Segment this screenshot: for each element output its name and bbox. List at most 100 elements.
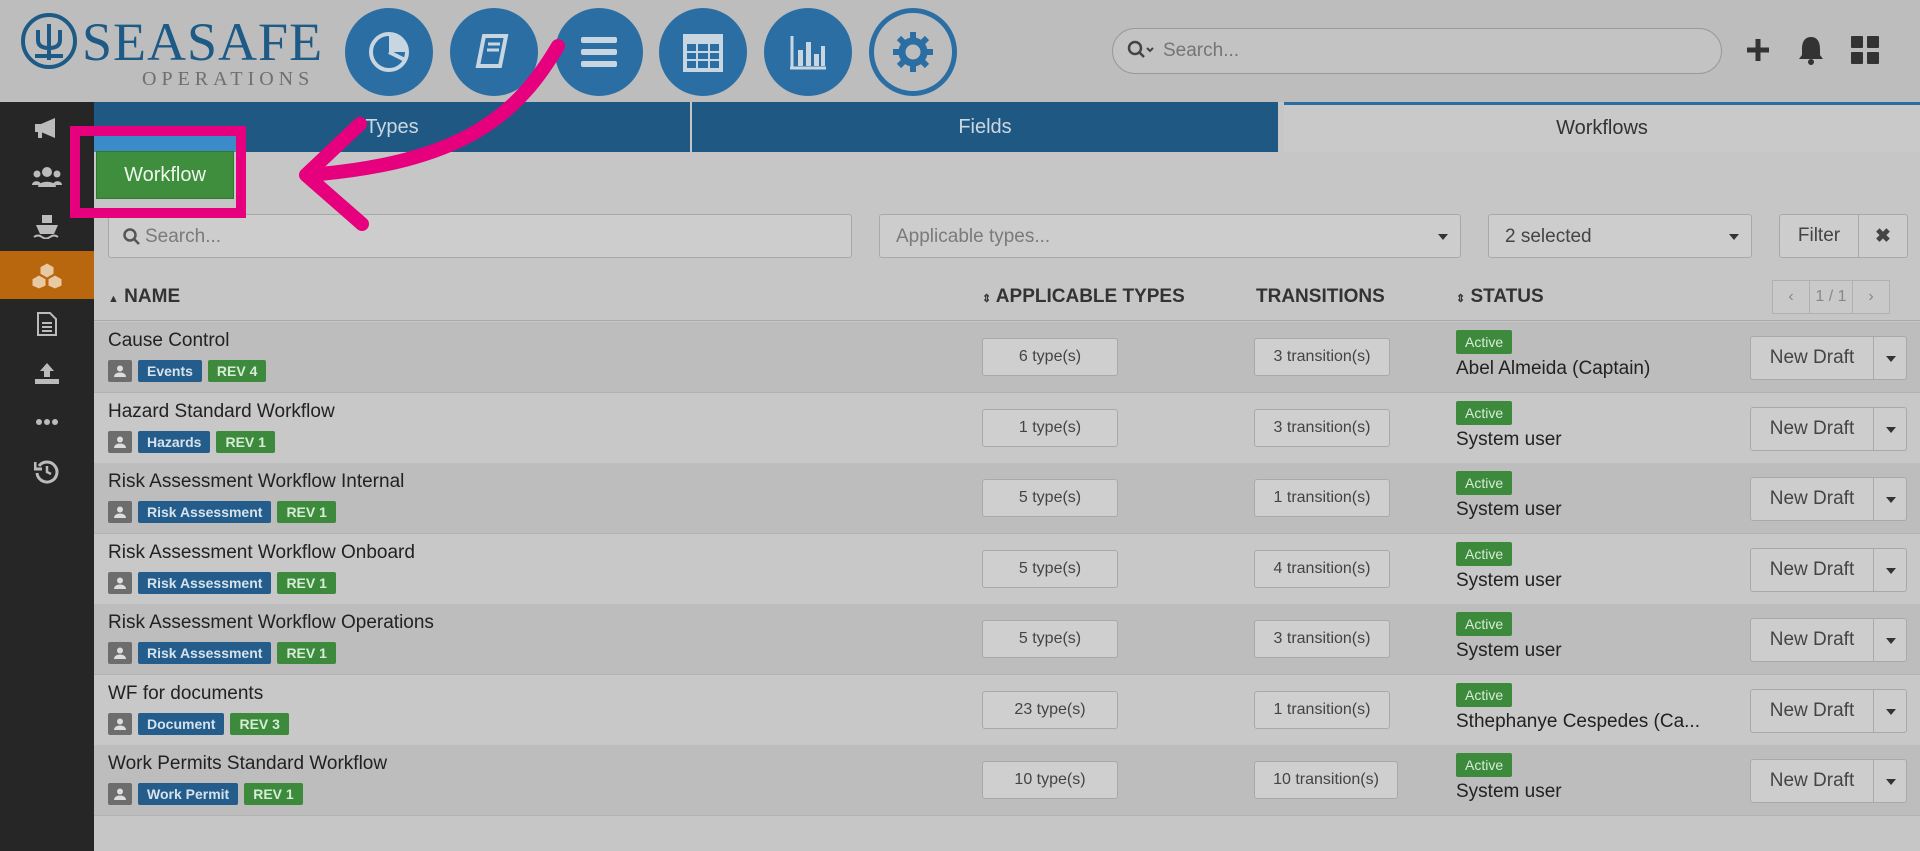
- filter-button[interactable]: Filter: [1779, 214, 1859, 258]
- apps-grid-button[interactable]: [1847, 32, 1883, 68]
- transitions-button[interactable]: 10 transition(s): [1254, 761, 1398, 799]
- notifications-button[interactable]: [1793, 32, 1829, 68]
- status-user: System user: [1456, 640, 1562, 661]
- workflow-name[interactable]: Risk Assessment Workflow Onboard: [108, 542, 415, 564]
- sidebar-item-upload[interactable]: [0, 349, 94, 397]
- column-name[interactable]: ▲ NAME: [108, 286, 180, 308]
- user-icon: [114, 506, 126, 518]
- table-row[interactable]: Cause Control Events REV 4 6 type(s) 3 trans…: [94, 322, 1920, 393]
- tab-types-label: Types: [365, 115, 419, 138]
- applicable-types-button[interactable]: 1 type(s): [982, 408, 1118, 447]
- table-row[interactable]: Work Permits Standard Workflow Work Permi…: [94, 745, 1920, 816]
- calendar-nav-button[interactable]: [659, 8, 747, 96]
- new-draft-dropdown[interactable]: [1873, 547, 1907, 592]
- settings-nav-button[interactable]: [869, 8, 957, 96]
- sidebar-item-modules[interactable]: [0, 251, 94, 299]
- new-draft-button[interactable]: New Draft: [1750, 618, 1874, 662]
- new-draft-dropdown[interactable]: [1873, 759, 1907, 803]
- applicable-types-button[interactable]: 5 type(s): [982, 479, 1118, 517]
- sidebar-item-more[interactable]: [0, 398, 94, 446]
- menu-nav-button[interactable]: [555, 8, 643, 96]
- column-applicable-types[interactable]: ⇕ APPLICABLE TYPES: [982, 286, 1185, 308]
- column-status[interactable]: ⇕ STATUS: [1456, 286, 1544, 308]
- new-draft-dropdown[interactable]: [1873, 477, 1907, 521]
- search-input[interactable]: Search...: [108, 214, 852, 258]
- applicable-types-button[interactable]: 23 type(s): [982, 690, 1118, 729]
- new-draft-dropdown[interactable]: [1873, 688, 1907, 733]
- transitions-button[interactable]: 1 transition(s): [1254, 690, 1390, 729]
- new-draft-button[interactable]: New Draft: [1750, 759, 1874, 803]
- new-draft-button[interactable]: New Draft: [1750, 406, 1874, 451]
- sort-icon: ⇕: [982, 293, 992, 305]
- transitions-button[interactable]: 4 transition(s): [1254, 549, 1390, 588]
- workflow-tags: Risk Assessment REV 1: [108, 501, 336, 523]
- clear-filter-button[interactable]: ✖: [1858, 214, 1908, 258]
- column-status-label: STATUS: [1470, 286, 1544, 307]
- sidebar-item-history[interactable]: [0, 447, 94, 495]
- status-user: System user: [1456, 569, 1562, 591]
- gear-icon: [893, 32, 933, 72]
- new-draft-button[interactable]: New Draft: [1750, 688, 1874, 733]
- status-badge: Active: [1456, 753, 1513, 777]
- tab-fields-label: Fields: [958, 115, 1012, 138]
- sidebar-item-documents[interactable]: [0, 300, 94, 348]
- new-draft-dropdown[interactable]: [1873, 336, 1907, 380]
- sort-up-icon: ▲: [108, 293, 119, 305]
- pager-next-button[interactable]: ›: [1852, 280, 1890, 314]
- manual-nav-button[interactable]: [450, 8, 538, 96]
- add-button[interactable]: [1740, 32, 1776, 68]
- workflow-tags: Hazards REV 1: [108, 430, 275, 453]
- tab-fields[interactable]: Fields: [692, 102, 1278, 152]
- user-badge: [108, 501, 132, 523]
- new-draft-button[interactable]: New Draft: [1750, 477, 1874, 521]
- upload-icon: [35, 363, 59, 384]
- column-name-label: NAME: [124, 286, 181, 307]
- workflow-name[interactable]: Work Permits Standard Workflow: [108, 753, 387, 775]
- applicable-types-button[interactable]: 5 type(s): [982, 620, 1118, 658]
- applicable-types-select[interactable]: Applicable types...: [879, 214, 1461, 258]
- table-row[interactable]: WF for documents Document REV 3 23 type(s) 1…: [94, 674, 1920, 746]
- workflow-name[interactable]: Cause Control: [108, 330, 229, 352]
- table-row[interactable]: Risk Assessment Workflow Operations Risk …: [94, 604, 1920, 675]
- status-user: Abel Almeida (Captain): [1456, 358, 1651, 379]
- applicable-types-button[interactable]: 5 type(s): [982, 549, 1118, 588]
- table-row[interactable]: Risk Assessment Workflow Onboard Risk Ass…: [94, 533, 1920, 605]
- sort-icon: ⇕: [1456, 293, 1466, 305]
- table-row[interactable]: Hazard Standard Workflow Hazards REV 1 1 ty…: [94, 392, 1920, 464]
- revision-badge: REV 1: [244, 783, 303, 805]
- grid-icon: [1851, 36, 1879, 64]
- user-badge: [108, 642, 132, 664]
- workflow-name[interactable]: WF for documents: [108, 683, 263, 705]
- workflow-name[interactable]: Hazard Standard Workflow: [108, 401, 335, 423]
- status-user: System user: [1456, 499, 1562, 520]
- workflow-name[interactable]: Risk Assessment Workflow Internal: [108, 471, 404, 493]
- transitions-button[interactable]: 3 transition(s): [1254, 408, 1390, 447]
- transitions-button[interactable]: 3 transition(s): [1254, 620, 1390, 658]
- applicable-types-button[interactable]: 10 type(s): [982, 761, 1118, 799]
- status-badge: Active: [1456, 330, 1513, 354]
- workflow-tags: Work Permit REV 1: [108, 783, 303, 805]
- pager-prev-button[interactable]: ‹: [1772, 280, 1810, 314]
- new-draft-button[interactable]: New Draft: [1750, 547, 1874, 592]
- table-row[interactable]: Risk Assessment Workflow Internal Risk As…: [94, 463, 1920, 534]
- dashboard-nav-button[interactable]: [345, 8, 433, 96]
- global-search-input[interactable]: [1161, 35, 1705, 67]
- type-badge: Work Permit: [138, 783, 239, 805]
- global-search[interactable]: [1112, 28, 1722, 74]
- new-draft-button[interactable]: New Draft: [1750, 336, 1874, 380]
- revision-badge: REV 1: [216, 430, 275, 453]
- status-select[interactable]: 2 selected: [1488, 214, 1752, 258]
- seasafe-logo[interactable]: SEASAFE OPERATIONS: [18, 10, 322, 90]
- revision-badge: REV 1: [277, 642, 336, 664]
- tab-workflows[interactable]: Workflows: [1284, 102, 1920, 152]
- reports-nav-button[interactable]: [764, 8, 852, 96]
- revision-badge: REV 4: [207, 360, 267, 382]
- user-badge: [108, 430, 132, 453]
- new-draft-dropdown[interactable]: [1873, 618, 1907, 662]
- transitions-button[interactable]: 3 transition(s): [1254, 338, 1390, 376]
- column-transitions: TRANSITIONS: [1256, 286, 1385, 308]
- transitions-button[interactable]: 1 transition(s): [1254, 479, 1390, 517]
- applicable-types-button[interactable]: 6 type(s): [982, 338, 1118, 376]
- new-draft-dropdown[interactable]: [1873, 406, 1907, 451]
- workflow-name[interactable]: Risk Assessment Workflow Operations: [108, 612, 434, 634]
